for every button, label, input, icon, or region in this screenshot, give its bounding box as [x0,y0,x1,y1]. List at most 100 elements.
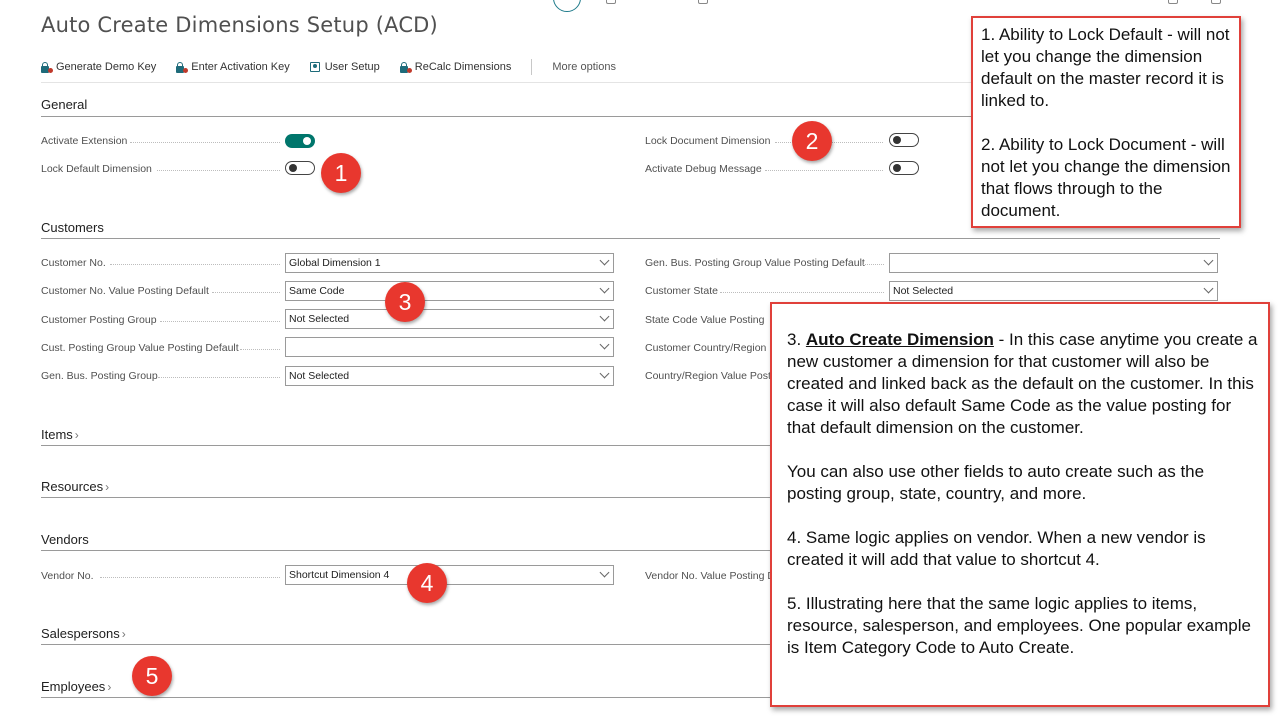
section-divider [41,238,1220,239]
leader-dots [862,264,884,265]
lock-default-dimension-toggle[interactable] [285,161,315,175]
customer-posting-group-select[interactable]: Not Selected [285,309,614,329]
callout-heading: Auto Create Dimension [805,330,994,349]
section-resources-title[interactable]: Resources › [41,479,109,494]
leader-dots [110,264,280,265]
annotation-callout-lock: 1. Ability to Lock Default - will not le… [971,16,1241,228]
section-resources-label: Resources [41,479,104,494]
cust-posting-group-value-posting-default-label: Cust. Posting Group Value Posting Defaul… [41,342,239,354]
chevron-down-icon [599,368,610,379]
callout-text: 2. Ability to Lock Document - will not l… [981,135,1231,220]
section-vendors-title[interactable]: Vendors [41,532,89,547]
annotation-badge-4: 4 [407,563,447,603]
page-title: Auto Create Dimensions Setup (ACD) [41,13,438,37]
lock-key-icon [399,61,412,73]
leader-dots [100,577,280,578]
gen-bus-posting-group-select[interactable]: Not Selected [285,366,614,386]
more-options-button[interactable]: More options [552,61,616,73]
activate-extension-label: Activate Extension [41,135,128,147]
customer-state-label: Customer State [645,285,718,297]
customer-no-value-posting-default-label: Customer No. Value Posting Default [41,285,209,297]
customer-no-select[interactable]: Global Dimension 1 [285,253,614,273]
lock-key-icon [176,61,189,73]
callout-text: 4. Same logic applies on vendor. When a … [787,528,1206,569]
history-icon[interactable] [553,0,581,12]
callout-prefix: 3. [787,330,806,349]
select-value: Not Selected [289,313,350,325]
leader-dots [157,170,280,171]
user-setup-icon [309,61,321,73]
vendor-no-value-posting-label: Vendor No. Value Posting D [645,570,775,582]
action-separator [531,59,533,75]
action-label: User Setup [324,61,380,73]
annotation-badge-2: 2 [792,121,832,161]
leader-dots [212,292,280,293]
annotation-badge-5: 5 [132,656,172,696]
select-value: Same Code [289,285,345,297]
chevron-down-icon [599,567,610,578]
customer-country-region-label: Customer Country/Region [645,342,767,354]
gen-bus-posting-group-value-posting-default-select[interactable] [889,253,1218,273]
gen-bus-posting-group-value-posting-default-label: Gen. Bus. Posting Group Value Posting De… [645,257,865,269]
leader-dots [240,349,280,350]
customer-posting-group-label: Customer Posting Group [41,314,157,326]
country-region-value-posting-label: Country/Region Value Post [645,370,771,382]
recalc-dimensions-button[interactable]: ReCalc Dimensions [399,61,512,73]
chevron-down-icon [1203,283,1214,294]
vendor-no-select[interactable]: Shortcut Dimension 4 [285,565,614,585]
section-items-label: Items [41,427,73,442]
chevron-right-icon: › [105,480,110,494]
customer-state-select[interactable]: Not Selected [889,281,1218,301]
chevron-down-icon [599,311,610,322]
chevron-down-icon [599,255,610,266]
gen-bus-posting-group-label: Gen. Bus. Posting Group [41,370,158,382]
action-label: Generate Demo Key [56,61,157,73]
customer-no-label: Customer No. [41,257,106,269]
annotation-badge-3: 3 [385,282,425,322]
action-label: Enter Activation Key [191,61,290,73]
chevron-right-icon: › [107,680,112,694]
action-label: ReCalc Dimensions [414,61,512,73]
chevron-right-icon: › [74,428,79,442]
leader-dots [130,142,280,143]
section-employees-title[interactable]: Employees › [41,679,111,694]
action-bar: Generate Demo Key Enter Activation Key U… [41,58,636,76]
callout-text: You can also use other fields to auto cr… [787,462,1205,503]
chevron-down-icon [599,283,610,294]
callout-text: 3. Auto Create Dimension - In this case … [787,329,1260,439]
lock-key-icon [41,61,53,73]
activate-debug-message-label: Activate Debug Message [645,163,762,175]
select-value: Not Selected [893,285,954,297]
bookmark-icon[interactable] [1168,0,1178,4]
chevron-down-icon [599,339,610,350]
annotation-badge-1: 1 [321,153,361,193]
section-salespersons-label: Salespersons [41,626,120,641]
section-general-title[interactable]: General [41,97,87,112]
section-customers-title[interactable]: Customers [41,220,104,235]
select-value: Shortcut Dimension 4 [289,569,390,581]
section-salespersons-title[interactable]: Salespersons › [41,626,126,641]
callout-text: 1. Ability to Lock Default - will not le… [981,25,1230,110]
edit-icon[interactable] [606,0,616,4]
leader-dots [158,377,280,378]
generate-demo-key-button[interactable]: Generate Demo Key [41,61,156,73]
section-items-title[interactable]: Items › [41,427,79,442]
state-code-value-posting-label: State Code Value Posting [645,314,765,326]
vendor-no-label: Vendor No. [41,570,94,582]
user-setup-button[interactable]: User Setup [309,61,380,73]
chevron-right-icon: › [121,627,126,641]
activate-debug-message-toggle[interactable] [889,161,919,175]
enter-activation-key-button[interactable]: Enter Activation Key [176,61,290,73]
chevron-down-icon [1203,255,1214,266]
expand-icon[interactable] [1211,0,1221,4]
annotation-callout-auto-create: 3. Auto Create Dimension - In this case … [770,302,1270,707]
select-value: Global Dimension 1 [289,257,381,269]
activate-extension-toggle[interactable] [285,134,315,148]
customer-no-value-posting-default-select[interactable]: Same Code [285,281,614,301]
lock-document-dimension-toggle[interactable] [889,133,919,147]
leader-dots [720,292,884,293]
lock-default-dimension-label: Lock Default Dimension [41,163,152,175]
cust-posting-group-value-posting-default-select[interactable] [285,337,614,357]
delete-icon[interactable] [698,0,708,4]
section-employees-label: Employees [41,679,106,694]
